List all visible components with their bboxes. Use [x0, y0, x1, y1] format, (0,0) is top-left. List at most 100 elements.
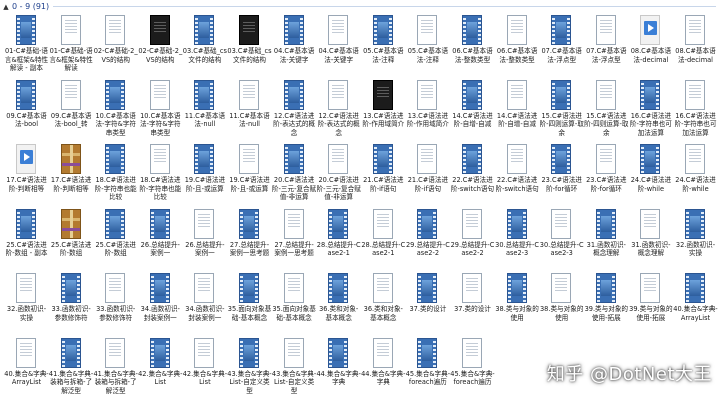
file-item[interactable]: 39.类与对象的使用-拓展: [584, 273, 629, 349]
player-file-icon: [640, 15, 661, 45]
file-item-label: 12.C#语法进阶-表达式的概念: [273, 111, 316, 137]
file-item-label: 06.C#基本语法-整数类型: [452, 47, 493, 64]
doc-file-icon: [239, 79, 259, 110]
doc-file-icon: [16, 273, 36, 303]
file-item[interactable]: 44.集合&字典-字典: [316, 337, 361, 414]
video-file-icon: [149, 208, 170, 239]
file-item-label: 11.C#基本语法-null: [229, 111, 270, 129]
file-item[interactable]: 38.类与对象的使用: [495, 273, 540, 349]
file-item-label: 34.函数初识-封装案例一: [140, 305, 180, 322]
file-item[interactable]: 45.集合&字典-foreach遍历: [405, 337, 451, 414]
video-file-icon: [283, 79, 304, 110]
file-item-label: 21.C#语法进阶-if语句: [407, 176, 449, 193]
video-file-icon: [595, 273, 616, 303]
doc-file-icon: [506, 79, 527, 110]
doc-file-icon: [640, 273, 661, 303]
file-item[interactable]: 40.集合&字典-ArrayList: [673, 273, 718, 349]
video-file-icon: [685, 208, 705, 239]
doc-file-icon: [328, 144, 349, 174]
video-file-icon: [640, 79, 661, 110]
file-item-label: 03.C#基础_cs文件的结构: [227, 47, 272, 64]
file-item[interactable]: 38.类与对象的使用: [539, 273, 584, 349]
file-item-label: 36.类和对象-基本概念: [319, 305, 359, 322]
file-item-label: 33.函数初识-参数修饰符: [51, 305, 91, 322]
file-item[interactable]: 43.集合&字典-List-自定义类型: [227, 337, 272, 414]
doc-file-icon: [462, 208, 482, 239]
file-item-label: 42.集合&字典-List: [138, 369, 183, 387]
file-item-label: 42.集合&字典-List: [182, 369, 228, 387]
doc-file-icon: [417, 15, 438, 45]
file-item-label: 19.C#语法进阶-且-或运算: [184, 176, 226, 193]
watermark: 知乎 @DotNet大王: [546, 364, 712, 385]
file-item-label: 07.C#基本语法-浮点型: [541, 47, 582, 64]
video-file-icon: [239, 337, 259, 368]
video-file-icon: [16, 208, 36, 239]
video-file-icon: [60, 273, 81, 303]
video-file-icon: [328, 273, 349, 303]
archive-file-icon: [60, 208, 81, 239]
doc-file-icon: [283, 337, 304, 368]
doc-file-icon: [105, 337, 126, 368]
file-grid: 01-C#基础-语言&框架&特性解读 - 副本 01-C#基础-语言&框架&特性解…: [4, 15, 720, 404]
video-file-icon: [417, 208, 438, 239]
file-item[interactable]: 41.集合&字典-装箱与拆箱-了解泛型: [48, 337, 94, 414]
file-item-label: 02-C#基础-2_VS的结构: [138, 47, 183, 64]
video-file-icon: [194, 79, 215, 110]
file-item-label: 23.C#语法进阶-for循环: [586, 176, 627, 193]
file-item-label: 41.集合&字典-装箱与拆箱-了解泛型: [48, 369, 94, 395]
file-item-label: 33.函数初识-参数修饰符: [96, 305, 136, 322]
doc-file-icon: [551, 208, 572, 239]
video-file-icon: [328, 337, 349, 368]
file-item-label: 15.C#语法进阶-四则运算-取余: [584, 111, 629, 137]
file-item[interactable]: 42.集合&字典-List: [182, 337, 228, 414]
file-item[interactable]: 42.集合&字典-List: [138, 337, 183, 414]
file-item-label: 39.类与对象的使用-拓展: [584, 305, 629, 322]
file-item-label: 43.集合&字典-List-自定义类型: [271, 369, 317, 395]
video-file-icon: [105, 79, 126, 110]
file-item-label: 06.C#基本语法-整数类型: [496, 47, 538, 64]
dark-file-icon: [239, 15, 259, 45]
file-item-label: 13.C#语法进阶-作用域简介: [362, 111, 405, 129]
file-item-label: 18.C#语法进阶-字符串也能比较: [94, 176, 137, 202]
file-item[interactable]: 43.集合&字典-List-自定义类型: [271, 337, 317, 414]
video-file-icon: [551, 144, 572, 174]
doc-file-icon: [149, 144, 170, 174]
file-item-label: 31.函数初识-概念理解: [586, 240, 626, 258]
chevron-up-icon[interactable]: ▲: [0, 3, 12, 11]
group-title: 0 - 9 (91): [12, 2, 50, 11]
file-item-label: 44.集合&字典-字典: [316, 369, 361, 387]
file-item-label: 38.类与对象的使用: [495, 305, 539, 322]
video-file-icon: [16, 79, 36, 110]
file-item-label: 03.C#基础_cs文件的结构: [182, 47, 227, 64]
file-item[interactable]: 41.集合&字典-装箱与拆箱-了解泛型: [93, 337, 138, 414]
file-item-label: 08.C#基本语法-decimal: [630, 47, 672, 64]
file-item-label: 27.总结提升-案例一思考题: [229, 240, 270, 258]
video-file-icon: [16, 15, 36, 45]
file-item-label: 29.总结提升-Case2-2: [405, 240, 450, 258]
dark-file-icon: [149, 15, 170, 45]
doc-file-icon: [372, 208, 393, 239]
file-item[interactable]: 45.集合&字典-foreach遍历: [450, 337, 495, 414]
file-item-label: 10.C#基本语法-字符&字符串类型: [95, 111, 136, 137]
video-file-icon: [551, 15, 572, 45]
file-item-label: 05.C#基本语法-注释: [363, 47, 404, 64]
file-item[interactable]: 39.类与对象的使用-拓展: [628, 273, 673, 349]
file-item-label: 22.C#语法进阶-switch语句: [495, 176, 539, 193]
file-item[interactable]: 44.集合&字典-字典: [361, 337, 406, 414]
file-item-label: 24.C#语法进阶-while: [675, 176, 716, 193]
file-item-label: 45.集合&字典-foreach遍历: [405, 369, 451, 387]
file-item-label: 14.C#语法进阶-自增-自减: [452, 111, 493, 129]
file-item-label: 04.C#基本语法-关键字: [273, 47, 315, 64]
file-item-label: 04.C#基本语法-关键字: [318, 47, 359, 64]
group-header[interactable]: ▲ 0 - 9 (91): [0, 0, 720, 13]
file-item[interactable]: 40.集合&字典-ArrayList: [4, 337, 49, 414]
file-item-label: 23.C#语法进阶-for循环: [541, 176, 582, 193]
video-file-icon: [417, 273, 438, 303]
doc-file-icon: [417, 144, 438, 174]
file-item-label: 02-C#基础-2_VS的结构: [93, 47, 138, 64]
video-file-icon: [105, 144, 126, 174]
file-item-label: 35.面向对象基础-基本概念: [227, 305, 272, 322]
player-file-icon: [16, 144, 36, 174]
file-item-label: 38.类与对象的使用: [539, 305, 584, 322]
file-item-label: 08.C#基本语法-decimal: [675, 47, 716, 64]
